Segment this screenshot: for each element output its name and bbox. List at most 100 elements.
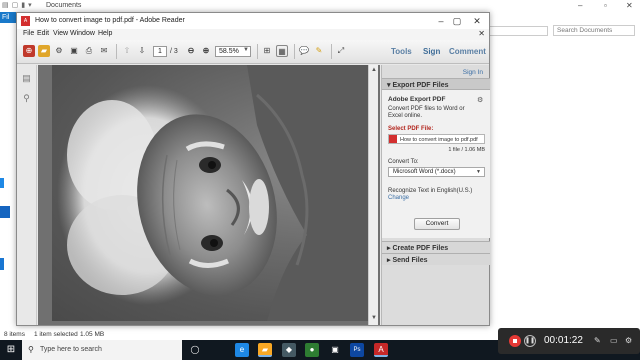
properties-icon[interactable]: ▢ bbox=[12, 1, 19, 9]
convert-format-dropdown[interactable]: Microsoft Word (*.docx) ▼ bbox=[388, 167, 485, 177]
export-panel-title: Adobe Export PDF bbox=[388, 96, 446, 103]
photoshop-icon[interactable]: Ps bbox=[350, 343, 364, 357]
ribbon-file-tab[interactable]: Fil bbox=[0, 12, 16, 23]
menu-edit[interactable]: Edit bbox=[37, 30, 49, 37]
send-files-header[interactable]: ▸ Send Files bbox=[382, 253, 490, 265]
next-page-icon[interactable]: ⇩ bbox=[136, 45, 148, 57]
task-view-icon[interactable]: ◯ bbox=[188, 343, 202, 357]
close-button[interactable]: ✕ bbox=[463, 15, 491, 27]
pause-recording-button[interactable]: ❚❚ bbox=[524, 335, 536, 347]
pdf-file-icon bbox=[389, 135, 397, 143]
status-item-count: 8 items bbox=[4, 331, 25, 338]
toolbar-separator bbox=[331, 44, 332, 59]
status-size: 1.05 MB bbox=[80, 331, 105, 338]
minimize-button[interactable]: – bbox=[578, 1, 582, 10]
address-bar[interactable] bbox=[488, 26, 548, 36]
start-button[interactable]: ⊞ bbox=[0, 340, 22, 360]
network-icon[interactable] bbox=[0, 258, 4, 270]
chrome-icon[interactable]: ● bbox=[305, 343, 319, 357]
scroll-up-icon[interactable]: ▲ bbox=[371, 67, 377, 73]
recognize-text-label: Recognize Text in English(U.S.) bbox=[388, 188, 473, 194]
document-view[interactable] bbox=[38, 65, 380, 325]
save-icon[interactable]: ▣ bbox=[68, 45, 80, 57]
acrobat-icon[interactable]: A bbox=[374, 343, 388, 357]
file-explorer-icon[interactable]: ▰ bbox=[258, 343, 272, 357]
navigation-pane bbox=[0, 40, 16, 330]
send-files-header-label: Send Files bbox=[392, 257, 428, 264]
email-icon[interactable]: ✉ bbox=[98, 45, 110, 57]
menu-bar: File Edit View Window Help ✕ bbox=[17, 29, 489, 40]
close-document-icon[interactable]: ✕ bbox=[478, 29, 485, 38]
convert-button[interactable]: Convert bbox=[414, 218, 460, 230]
quick-access-toolbar: ▤ ▢ ▮ ▾ bbox=[2, 1, 32, 9]
search-input[interactable]: Search Documents bbox=[553, 25, 635, 36]
zoom-in-icon[interactable]: ⊕ bbox=[200, 45, 212, 57]
fit-page-icon[interactable]: ⊞ bbox=[261, 45, 273, 57]
tools-pane: Sign In ▾ Export PDF Files Adobe Export … bbox=[381, 65, 490, 325]
portrait-photo bbox=[57, 65, 372, 321]
maximize-button[interactable]: ▫ bbox=[604, 1, 607, 10]
page-number-input[interactable]: 1 bbox=[153, 46, 167, 57]
taskbar-search-box[interactable]: ⚲ Type here to search bbox=[22, 340, 182, 360]
comment-link[interactable]: Comment bbox=[449, 47, 486, 56]
highlight-icon[interactable]: ✎ bbox=[313, 45, 325, 57]
app-icon[interactable]: ▣ bbox=[328, 343, 342, 357]
open-folder-icon[interactable]: ▰ bbox=[38, 45, 50, 57]
settings-icon[interactable]: ⚙ bbox=[53, 45, 65, 57]
chevron-down-icon[interactable]: ▼ bbox=[243, 47, 249, 53]
explorer-titlebar: ▤ ▢ ▮ ▾ Documents – ▫ ✕ bbox=[0, 0, 640, 12]
vertical-scrollbar[interactable]: ▲ ▼ bbox=[368, 65, 378, 325]
change-language-link[interactable]: Change bbox=[388, 195, 409, 201]
adobe-reader-window: A How to convert image to pdf.pdf - Adob… bbox=[16, 12, 490, 326]
selected-file-field[interactable]: How to convert image to pdf.pdf bbox=[388, 134, 485, 144]
document-page bbox=[52, 65, 372, 321]
menu-file[interactable]: File bbox=[23, 30, 34, 37]
attachments-icon[interactable]: ⚲ bbox=[21, 93, 32, 104]
toolbar-separator bbox=[257, 44, 258, 59]
stop-recording-button[interactable] bbox=[509, 335, 521, 347]
close-button[interactable]: ✕ bbox=[626, 1, 633, 10]
explorer-title: Documents bbox=[46, 2, 82, 9]
print-icon[interactable]: ⎙ bbox=[83, 45, 95, 57]
toolbar-separator bbox=[116, 44, 117, 59]
new-folder-icon[interactable]: ▮ bbox=[21, 1, 25, 9]
menu-help[interactable]: Help bbox=[98, 30, 112, 37]
edge-icon[interactable]: e bbox=[235, 343, 249, 357]
window-title: How to convert image to pdf.pdf - Adobe … bbox=[35, 17, 185, 24]
comment-icon[interactable]: 💬 bbox=[298, 45, 310, 57]
fit-width-icon[interactable]: ▦ bbox=[276, 45, 288, 57]
recording-timer: 00:01:22 bbox=[544, 335, 583, 346]
menu-window[interactable]: Window bbox=[70, 30, 95, 37]
this-pc-icon[interactable] bbox=[0, 206, 10, 218]
read-mode-icon[interactable]: ⤢ bbox=[335, 45, 347, 57]
convert-to-label: Convert To: bbox=[388, 159, 419, 165]
page-total: / 3 bbox=[170, 48, 178, 55]
settings-icon[interactable]: ⚙ bbox=[625, 336, 632, 345]
folder-icon[interactable]: ▤ bbox=[2, 1, 9, 9]
camera-icon[interactable]: ▭ bbox=[610, 336, 618, 345]
export-pdf-header-label: Export PDF Files bbox=[392, 82, 449, 89]
menu-view[interactable]: View bbox=[53, 30, 68, 37]
onedrive-icon[interactable] bbox=[0, 178, 4, 188]
export-pdf-panel: Adobe Export PDF ⚙ Convert PDF files to … bbox=[382, 90, 490, 238]
sign-in-link[interactable]: Sign In bbox=[463, 69, 483, 76]
taskbar-search-placeholder: Type here to search bbox=[40, 346, 102, 353]
previous-page-icon[interactable]: ⇧ bbox=[121, 45, 133, 57]
sign-link[interactable]: Sign bbox=[423, 47, 440, 56]
acrobat-titlebar: A How to convert image to pdf.pdf - Adob… bbox=[17, 13, 489, 29]
tools-link[interactable]: Tools bbox=[391, 47, 412, 56]
export-panel-description: Convert PDF files to Word or Excel onlin… bbox=[388, 106, 465, 119]
convert-format-value: Microsoft Word (*.docx) bbox=[393, 169, 456, 175]
info-icon[interactable]: ⚙ bbox=[477, 96, 483, 104]
screen-recorder-widget: ❚❚ 00:01:22 ✎ ▭ ⚙ bbox=[498, 328, 640, 354]
create-pdf-header[interactable]: ▸ Create PDF Files bbox=[382, 241, 490, 253]
store-icon[interactable]: ◆ bbox=[282, 343, 296, 357]
page-thumbnails-icon[interactable]: ▤ bbox=[21, 73, 32, 84]
create-pdf-icon[interactable]: ⊕ bbox=[23, 45, 35, 57]
draw-icon[interactable]: ✎ bbox=[594, 336, 601, 345]
export-pdf-header[interactable]: ▾ Export PDF Files bbox=[382, 78, 490, 90]
scroll-down-icon[interactable]: ▼ bbox=[371, 315, 377, 321]
zoom-out-icon[interactable]: ⊖ bbox=[185, 45, 197, 57]
acrobat-toolbar: ⊕ ▰ ⚙ ▣ ⎙ ✉ ⇧ ⇩ 1 / 3 ⊖ ⊕ 58.5% ▼ ⊞ ▦ 💬 … bbox=[17, 40, 489, 64]
customize-icon[interactable]: ▾ bbox=[28, 1, 32, 9]
